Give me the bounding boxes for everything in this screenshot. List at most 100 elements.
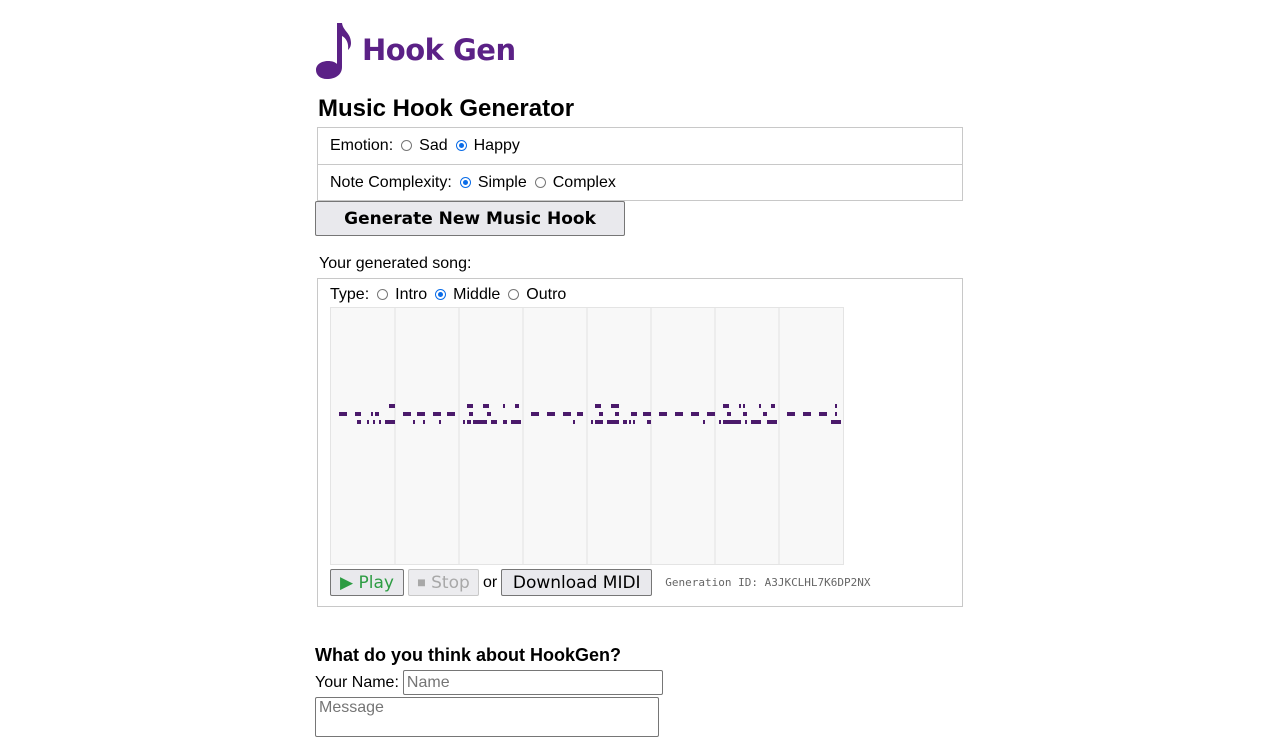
midi-note (473, 420, 487, 424)
midi-note (503, 404, 505, 408)
generation-id: Generation ID: A3JKCLHL7K6DP2NX (665, 576, 871, 589)
download-midi-button[interactable]: Download MIDI (501, 569, 653, 596)
midi-note (503, 420, 507, 424)
type-intro-radio[interactable] (377, 289, 389, 300)
midi-note (467, 420, 471, 424)
midi-note (389, 404, 395, 408)
type-intro-label[interactable]: Intro (395, 286, 427, 304)
midi-note (367, 420, 369, 424)
midi-note (357, 420, 361, 424)
midi-note (573, 420, 575, 424)
name-input[interactable] (402, 670, 663, 695)
piano-roll-canvas (339, 308, 841, 564)
midi-note (819, 412, 827, 416)
midi-note (787, 412, 795, 416)
generator-options: Emotion: Sad Happy Note Complexity: Simp… (317, 127, 963, 201)
midi-note (767, 420, 777, 424)
emotion-row: Emotion: Sad Happy (318, 128, 962, 164)
playback-controls: ▶ Play ⏹ Stop or Download MIDI Generatio… (330, 569, 871, 596)
midi-note (515, 404, 519, 408)
page-title: Music Hook Generator (318, 95, 575, 122)
emotion-label: Emotion: (330, 137, 394, 154)
midi-note (703, 420, 705, 424)
message-input[interactable] (315, 697, 659, 737)
midi-note (751, 420, 761, 424)
midi-note (439, 420, 441, 424)
midi-note (371, 412, 373, 416)
midi-note (591, 420, 593, 424)
midi-note (467, 404, 473, 408)
midi-note (759, 404, 761, 408)
emotion-sad-label[interactable]: Sad (419, 137, 447, 155)
midi-note (487, 412, 491, 416)
midi-note (707, 412, 715, 416)
song-panel: Type: Intro Middle Outro ▶ Play ⏹ Stop o… (317, 278, 963, 607)
type-outro-label[interactable]: Outro (526, 286, 566, 304)
midi-note (631, 412, 637, 416)
midi-note (483, 404, 489, 408)
midi-note (491, 420, 497, 424)
complexity-simple-label[interactable]: Simple (478, 174, 527, 192)
midi-note (743, 404, 745, 408)
midi-note (723, 404, 729, 408)
feedback-title: What do you think about HookGen? (315, 645, 621, 665)
midi-note (607, 420, 619, 424)
midi-note (675, 412, 683, 416)
midi-note (423, 420, 425, 424)
song-label: Your generated song: (319, 255, 472, 272)
midi-note (633, 420, 635, 424)
midi-note (763, 412, 767, 416)
midi-note (803, 412, 811, 416)
midi-note (833, 420, 841, 424)
midi-note (719, 420, 721, 424)
midi-note (531, 412, 539, 416)
midi-note (643, 412, 651, 416)
complexity-label: Note Complexity: (330, 173, 452, 191)
or-text: or (483, 573, 498, 591)
emotion-happy-label[interactable]: Happy (474, 137, 520, 155)
midi-note (835, 412, 837, 416)
logo-text: Hook Gen (362, 33, 516, 67)
midi-note (771, 404, 775, 408)
midi-note (691, 412, 699, 416)
stop-button[interactable]: ⏹ Stop (408, 569, 479, 596)
music-note-icon (316, 23, 351, 79)
emotion-happy-radio[interactable] (455, 140, 467, 151)
midi-note (373, 420, 375, 424)
midi-note (611, 404, 619, 408)
midi-note (511, 420, 521, 424)
midi-note (463, 420, 465, 424)
complexity-complex-radio[interactable] (534, 176, 546, 188)
complexity-complex-label[interactable]: Complex (553, 174, 616, 192)
type-label: Type: (330, 286, 370, 303)
emotion-sad-radio[interactable] (401, 140, 413, 151)
midi-note (659, 412, 667, 416)
piano-roll (330, 307, 844, 565)
midi-note (339, 412, 347, 416)
midi-note (447, 412, 455, 416)
name-row: Your Name: (315, 670, 663, 695)
midi-note (469, 412, 473, 416)
midi-note (385, 420, 395, 424)
midi-note (403, 412, 411, 416)
type-outro-radio[interactable] (508, 289, 520, 300)
type-row: Type: Intro Middle Outro (330, 286, 574, 304)
complexity-simple-radio[interactable] (459, 176, 471, 188)
midi-note (745, 420, 747, 424)
generate-button[interactable]: Generate New Music Hook (315, 201, 625, 236)
midi-note (595, 404, 601, 408)
midi-note (629, 420, 631, 424)
midi-note (599, 412, 603, 416)
type-middle-radio[interactable] (435, 289, 447, 300)
midi-note (379, 420, 381, 424)
hookgen-logo[interactable]: Hook Gen (315, 21, 535, 81)
midi-note (375, 412, 379, 416)
type-middle-label[interactable]: Middle (453, 286, 500, 304)
play-button[interactable]: ▶ Play (330, 569, 404, 596)
midi-note (623, 420, 627, 424)
midi-note (547, 412, 555, 416)
midi-note (615, 412, 619, 416)
midi-note (413, 420, 415, 424)
midi-note (723, 420, 741, 424)
midi-note (595, 420, 603, 424)
